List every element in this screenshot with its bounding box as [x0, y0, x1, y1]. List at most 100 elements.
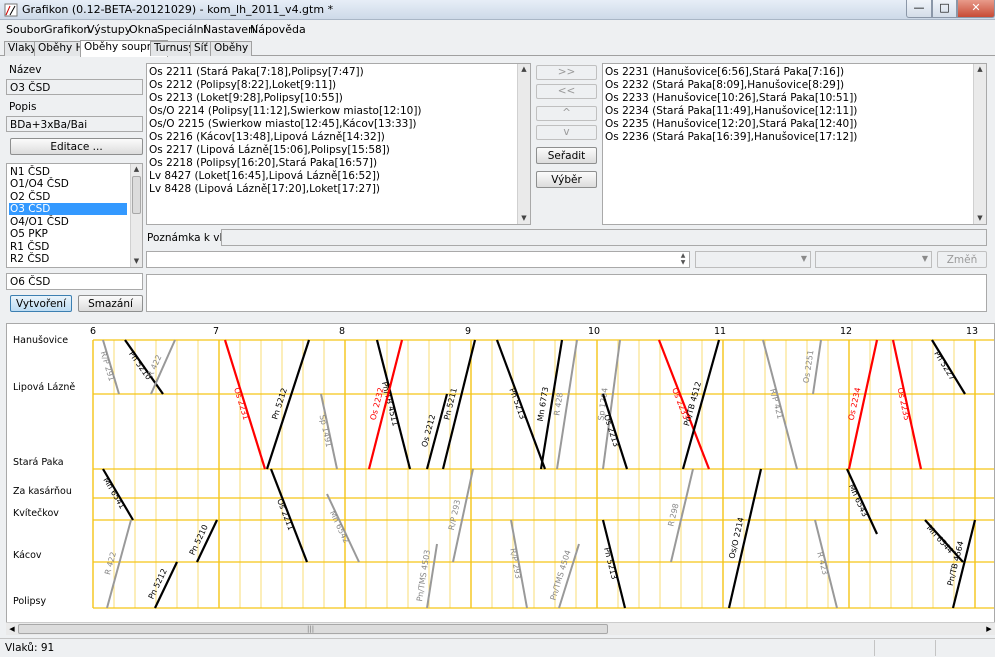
- scroll-up-icon[interactable]: ▲: [131, 164, 142, 175]
- available-trains-scrollbar[interactable]: ▲ ▼: [517, 64, 530, 224]
- train-label: Os 2211: [275, 497, 295, 531]
- list-item[interactable]: N1 ČSD: [9, 166, 127, 178]
- train-label: Os 2231: [232, 386, 250, 421]
- available-trains-list[interactable]: Os 2211 (Stará Paka[7:18],Polipsy[7:47])…: [146, 63, 531, 225]
- list-item[interactable]: Os 2232 (Stará Paka[8:09],Hanušovice[8:2…: [605, 79, 844, 91]
- description-field[interactable]: BDa+3xBa/Bai: [6, 116, 143, 132]
- train-label: Os 2235: [896, 387, 912, 422]
- list-item[interactable]: Lv 8428 (Lipová Lázně[17:20],Loket[17:27…: [149, 183, 380, 195]
- hour-label: 8: [339, 326, 345, 337]
- train-graph[interactable]: Hanušovice Lipová Lázně Stará Paka Za kasár…: [6, 323, 995, 634]
- combo-2[interactable]: ▼: [815, 251, 932, 268]
- add-all-button[interactable]: >>: [536, 65, 597, 80]
- scroll-down-icon[interactable]: ▼: [518, 213, 530, 224]
- grip-icon: |||: [307, 625, 315, 633]
- train-label: Pn 5227: [932, 349, 957, 382]
- menu-vystupy[interactable]: Výstupy: [87, 23, 131, 36]
- circulation-list-scrollbar[interactable]: ▲ ▼: [130, 164, 142, 267]
- train-label: Mn 6543: [847, 483, 870, 518]
- scroll-down-icon[interactable]: ▼: [131, 256, 142, 267]
- station-za-kasarnou: Za kasárňou: [13, 486, 72, 497]
- status-divider: [935, 640, 936, 656]
- train-label: Mn 6544: [925, 523, 955, 555]
- edit-button[interactable]: Editace ...: [10, 138, 143, 155]
- scroll-up-icon[interactable]: ▲: [518, 64, 530, 75]
- train-label: Sp 1491: [318, 414, 334, 448]
- train-label: Os 2251: [802, 349, 816, 383]
- scroll-up-icon[interactable]: ▲: [974, 64, 986, 75]
- close-button[interactable]: ✕: [957, 0, 995, 18]
- list-item[interactable]: Os 2218 (Polipsy[16:20],Stará Paka[16:57…: [149, 157, 377, 169]
- list-item[interactable]: Os 2213 (Loket[9:28],Polipsy[10:55]): [149, 92, 343, 104]
- tab-sit[interactable]: Síť: [190, 41, 212, 56]
- hour-label: 11: [714, 326, 726, 337]
- list-item[interactable]: R2 ČSD: [9, 253, 127, 265]
- delete-button[interactable]: Smazání: [78, 295, 143, 312]
- assigned-trains-list[interactable]: Os 2231 (Hanušovice[6:56],Stará Paka[7:1…: [602, 63, 987, 225]
- scroll-left-icon[interactable]: ◀: [6, 623, 18, 635]
- create-button[interactable]: Vytvoření: [10, 295, 72, 312]
- chevron-down-icon: ▼: [800, 254, 807, 263]
- circulation-list[interactable]: N1 ČSD O1/O4 ČSD O2 ČSD O3 ČSD O4/O1 ČSD…: [6, 163, 143, 268]
- menu-okna[interactable]: Okna: [129, 23, 158, 36]
- train-label: R/P 293: [508, 548, 522, 580]
- note-field[interactable]: [221, 229, 987, 246]
- select-button[interactable]: Výběr: [536, 171, 597, 188]
- move-up-button[interactable]: ^: [536, 106, 597, 121]
- tab-obehy[interactable]: Oběhy: [210, 41, 253, 56]
- hour-label: 13: [966, 326, 978, 337]
- list-item[interactable]: O1/O4 ČSD: [9, 178, 127, 190]
- list-item-selected[interactable]: O3 ČSD: [9, 203, 127, 215]
- list-item[interactable]: Os 2211 (Stará Paka[7:18],Polipsy[7:47]): [149, 66, 364, 78]
- comment-area[interactable]: [146, 274, 987, 312]
- train-graph-canvas[interactable]: Hanušovice Lipová Lázně Stará Paka Za kasár…: [7, 324, 995, 624]
- remove-all-button[interactable]: <<: [536, 84, 597, 99]
- list-item[interactable]: Os 2231 (Hanušovice[6:56],Stará Paka[7:1…: [605, 66, 844, 78]
- combo-1[interactable]: ▼: [695, 251, 811, 268]
- list-item[interactable]: Os 2233 (Hanušovice[10:26],Stará Paka[10…: [605, 92, 857, 104]
- list-item[interactable]: Os 2216 (Kácov[13:48],Lipová Lázně[14:32…: [149, 131, 385, 143]
- sort-button[interactable]: Seřadit: [536, 147, 597, 164]
- list-item[interactable]: Os 2236 (Stará Paka[16:39],Hanušovice[17…: [605, 131, 857, 143]
- station-kvitečkov: Kvítečkov: [13, 508, 59, 519]
- menu-napoveda[interactable]: Nápověda: [250, 23, 306, 36]
- spinner-icon[interactable]: ▲ ▼: [678, 252, 688, 267]
- description-label: Popis: [9, 101, 37, 113]
- list-item[interactable]: Os/O 2214 (Polipsy[11:12],Swierkow miast…: [149, 105, 422, 117]
- list-item[interactable]: O5 PKP: [9, 228, 127, 240]
- maximize-button[interactable]: □: [932, 0, 957, 18]
- station-lipova-lazne: Lipová Lázně: [13, 382, 75, 393]
- list-item[interactable]: Os 2212 (Polipsy[8:22],Loket[9:11]): [149, 79, 336, 91]
- menu-grafikon[interactable]: Grafikon: [44, 23, 90, 36]
- train-label: R/P 291: [99, 350, 116, 382]
- station-stara-paka: Stará Paka: [13, 457, 64, 468]
- hour-label: 9: [465, 326, 471, 337]
- window-title: Grafikon (0.12-BETA-20121029) - kom_lh_2…: [22, 3, 334, 16]
- list-item[interactable]: Os/O 2215 (Swierkow miasto[12:45],Kácov[…: [149, 118, 417, 130]
- scroll-down-icon[interactable]: ▼: [974, 213, 986, 224]
- list-item[interactable]: Os 2235 (Hanušovice[12:20],Stará Paka[12…: [605, 118, 857, 130]
- hour-label: 10: [588, 326, 600, 337]
- list-item[interactable]: Os 2234 (Stará Paka[11:49],Hanušovice[12…: [605, 105, 857, 117]
- menu-specialni[interactable]: Speciální: [157, 23, 207, 36]
- list-item[interactable]: R1 ČSD: [9, 241, 127, 253]
- move-down-button[interactable]: v: [536, 125, 597, 140]
- assigned-trains-scrollbar[interactable]: ▲ ▼: [973, 64, 986, 224]
- change-button[interactable]: Změň: [937, 251, 987, 268]
- name-field[interactable]: O3 ČSD: [6, 79, 143, 95]
- status-bar: Vlaků: 91: [0, 638, 995, 657]
- scroll-right-icon[interactable]: ▶: [983, 623, 995, 635]
- list-item[interactable]: O2 ČSD: [9, 191, 127, 203]
- new-circulation-name-input[interactable]: O6 ČSD: [6, 273, 143, 290]
- train-line: [812, 339, 822, 395]
- list-item[interactable]: Os 2217 (Lipová Lázně[15:06],Polipsy[15:…: [149, 144, 390, 156]
- minimize-button[interactable]: —: [906, 0, 932, 18]
- list-item[interactable]: Lv 8427 (Loket[16:45],Lipová Lázně[16:52…: [149, 170, 380, 182]
- train-label: Mn 6773: [536, 386, 550, 422]
- train-text-input[interactable]: ▲ ▼: [146, 251, 690, 268]
- scroll-thumb[interactable]: [132, 176, 141, 214]
- train-label: R/P 421: [768, 388, 785, 420]
- menu-soubor[interactable]: Soubor: [6, 23, 45, 36]
- list-item[interactable]: O4/O1 ČSD: [9, 216, 127, 228]
- graph-horizontal-scrollbar[interactable]: ◀ ||| ▶: [6, 622, 995, 635]
